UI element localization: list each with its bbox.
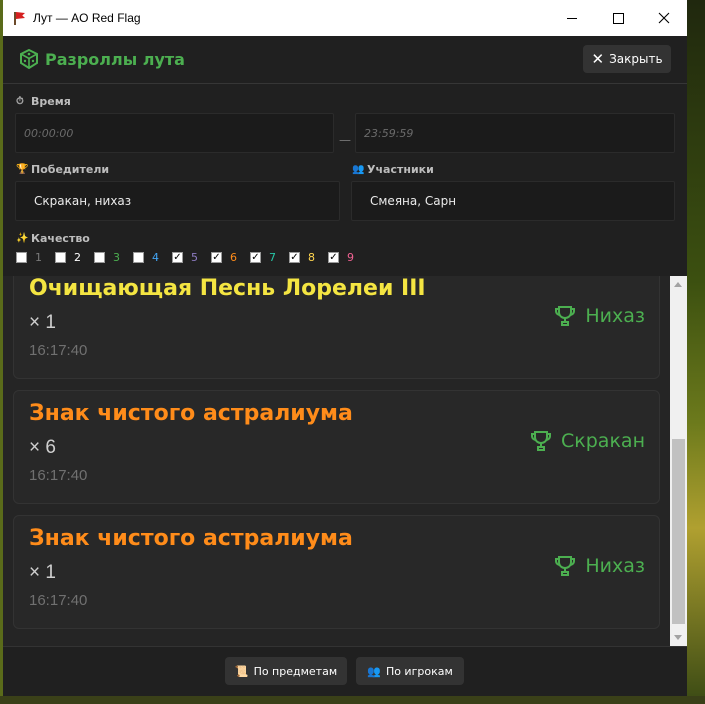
- scrollbar[interactable]: [670, 276, 687, 646]
- time-from-input[interactable]: 00:00:00: [15, 113, 334, 153]
- page-title: Разроллы лута: [45, 50, 185, 69]
- quality-label-text: Качество: [31, 232, 90, 245]
- quality-checkbox[interactable]: ✓: [289, 252, 300, 263]
- item-name: Знак чистого астралиума: [29, 401, 353, 426]
- winners-input[interactable]: Скракан, нихаз: [15, 181, 340, 221]
- dice-icon: [20, 49, 38, 69]
- quality-checkbox[interactable]: ✓: [250, 252, 261, 263]
- trophy-icon: [555, 306, 576, 326]
- header: Разроллы лута ✕ Закрыть: [3, 44, 687, 76]
- minimize-button[interactable]: [549, 0, 595, 36]
- close-button[interactable]: ✕ Закрыть: [583, 45, 671, 73]
- item-winner: Скракан: [529, 429, 645, 453]
- participants-input[interactable]: Смеяна, Сарн: [351, 181, 675, 221]
- by-players-button[interactable]: 👥 По игрокам: [356, 657, 464, 685]
- quality-option-6[interactable]: ✓ 6: [211, 251, 237, 264]
- users-icon: 👥: [352, 164, 365, 175]
- x-icon: ✕: [591, 50, 605, 68]
- participants-label: 👥 Участники: [352, 163, 434, 176]
- trophy-icon: [531, 431, 551, 451]
- loot-card[interactable]: Знак чистого астралиума × 1 16:17:40 Нихаз: [13, 515, 660, 629]
- quality-option-4[interactable]: 4: [133, 251, 159, 264]
- quality-checkbox[interactable]: ✓: [172, 252, 183, 263]
- quality-option-2[interactable]: 2: [55, 251, 81, 264]
- window-title: Лут — AO Red Flag: [33, 11, 141, 25]
- by-items-button[interactable]: 📜 По предметам: [225, 657, 347, 685]
- scroll-down-arrow-icon[interactable]: [674, 635, 682, 640]
- item-quantity: × 6: [29, 437, 56, 458]
- quality-option-3[interactable]: 3: [94, 251, 120, 264]
- winner-name: Скракан: [561, 430, 645, 452]
- quality-checkbox[interactable]: [133, 252, 144, 263]
- quality-option-1[interactable]: 1: [16, 251, 42, 264]
- quality-option-label: 1: [35, 251, 42, 264]
- time-label-text: Время: [31, 95, 71, 108]
- minimize-icon: [567, 17, 577, 19]
- quality-option-label: 3: [113, 251, 120, 264]
- close-button-label: Закрыть: [609, 52, 663, 66]
- loot-list[interactable]: Очищающая Песнь Лорелеи III × 1 16:17:40 Ни…: [3, 276, 687, 646]
- participants-label-text: Участники: [367, 163, 434, 176]
- item-winner: Нихаз: [553, 304, 645, 328]
- quality-option-label: 4: [152, 251, 159, 264]
- scroll-up-arrow-icon[interactable]: [674, 282, 682, 287]
- loot-card[interactable]: Очищающая Песнь Лорелеи III × 1 16:17:40 Ни…: [13, 276, 660, 379]
- quality-option-label: 9: [347, 251, 354, 264]
- maximize-icon: [612, 12, 624, 24]
- quality-option-7[interactable]: ✓ 7: [250, 251, 276, 264]
- loot-window: Лут — AO Red Flag Разроллы лута ✕ Закрыт…: [3, 0, 687, 696]
- item-quantity: × 1: [29, 312, 56, 333]
- quality-label: ✨ Качество: [16, 232, 90, 245]
- quality-checkbox[interactable]: [16, 252, 27, 263]
- scroll-list-icon: 📜: [234, 664, 249, 678]
- quality-option-8[interactable]: ✓ 8: [289, 251, 315, 264]
- quality-checkbox[interactable]: ✓: [211, 252, 222, 263]
- winner-name: Нихаз: [585, 305, 645, 327]
- quality-option-label: 7: [269, 251, 276, 264]
- quality-option-5[interactable]: ✓ 5: [172, 251, 198, 264]
- quality-option-9[interactable]: ✓ 9: [328, 251, 354, 264]
- game-background-right: [687, 0, 705, 704]
- quality-option-label: 2: [74, 251, 81, 264]
- by-players-label: По игрокам: [385, 664, 453, 678]
- game-background-bottom: [0, 696, 705, 704]
- trophy-icon: 🏆: [16, 164, 29, 175]
- quality-checkboxes: 1 2 3 4 ✓ 5 ✓ 6 ✓ 7 ✓ 8 ✓ 9: [16, 251, 367, 264]
- winners-label: 🏆 Победители: [16, 163, 109, 176]
- winners-label-text: Победители: [31, 163, 110, 176]
- maximize-button[interactable]: [595, 0, 641, 36]
- item-winner: Нихаз: [553, 554, 645, 578]
- time-label: ⏱ Время: [16, 95, 71, 108]
- quality-option-label: 6: [230, 251, 237, 264]
- quality-checkbox[interactable]: [55, 252, 66, 263]
- window-close-button[interactable]: [641, 0, 687, 36]
- footer: 📜 По предметам 👥 По игрокам: [3, 646, 687, 696]
- title-bar[interactable]: Лут — AO Red Flag: [3, 0, 687, 36]
- item-time: 16:17:40: [29, 342, 88, 359]
- item-name: Очищающая Песнь Лорелеи III: [29, 276, 426, 301]
- header-divider: [3, 83, 687, 84]
- item-quantity: × 1: [29, 562, 56, 583]
- red-flag-icon: [12, 11, 26, 25]
- quality-checkbox[interactable]: [94, 252, 105, 263]
- by-items-label: По предметам: [253, 664, 338, 678]
- users-icon: 👥: [367, 664, 381, 678]
- winner-name: Нихаз: [585, 555, 645, 577]
- window-content: Разроллы лута ✕ Закрыть ⏱ Время 00:00:00…: [3, 36, 687, 696]
- time-to-input[interactable]: 23:59:59: [355, 113, 675, 153]
- time-separator: —: [339, 133, 351, 147]
- item-name: Знак чистого астралиума: [29, 526, 353, 551]
- quality-checkbox[interactable]: ✓: [328, 252, 339, 263]
- quality-option-label: 8: [308, 251, 315, 264]
- close-icon: [658, 12, 670, 24]
- trophy-icon: [555, 556, 576, 576]
- stopwatch-icon: ⏱: [16, 96, 24, 107]
- item-time: 16:17:40: [29, 592, 88, 609]
- scroll-thumb[interactable]: [672, 439, 685, 624]
- loot-card[interactable]: Знак чистого астралиума × 6 16:17:40 Скрака…: [13, 390, 660, 504]
- quality-option-label: 5: [191, 251, 198, 264]
- sparkles-icon: ✨: [16, 233, 29, 244]
- item-time: 16:17:40: [29, 467, 88, 484]
